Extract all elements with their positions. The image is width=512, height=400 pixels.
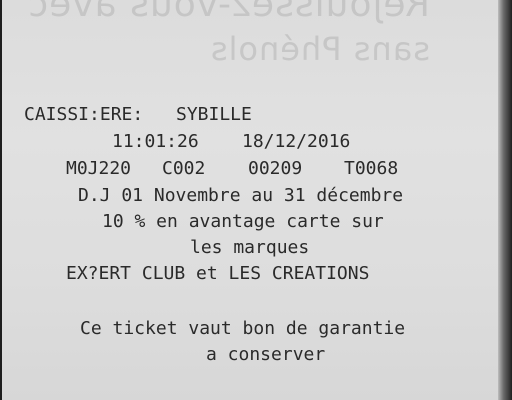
store-code: M0J220 [66, 158, 132, 179]
promo-brands: EX?ERT CLUB et LES CREATIONS [66, 263, 370, 284]
warranty-keep: a conserver [206, 344, 326, 365]
receipt-paper: Réjouissez-vous avec sans Phénols CAISSI… [2, 0, 500, 400]
register-code: C002 [162, 158, 206, 179]
receipt-shadow-edge [498, 0, 512, 400]
bleed-through-text: Réjouissez-vous avec sans Phénols [2, 0, 500, 80]
promo-dates: D.J 01 Novembre au 31 décembre [78, 185, 404, 206]
cashier-label: CAISSI:ERE: [24, 104, 144, 125]
bleed-through-line-1: Réjouissez-vous avec [27, 0, 430, 25]
transaction-date: 18/12/2016 [242, 131, 351, 152]
warranty-notice: Ce ticket vaut bon de garantie [80, 318, 406, 339]
cashier-name: SYBILLE [176, 104, 252, 125]
photo-frame: Réjouissez-vous avec sans Phénols CAISSI… [0, 0, 512, 400]
receipt-number: 00209 [248, 158, 303, 179]
transaction-time: 11:01:26 [112, 131, 199, 152]
promo-discount: 10 % en avantage carte sur [102, 211, 384, 232]
terminal-code: T0068 [344, 158, 399, 179]
bleed-through-line-2: sans Phénols [209, 30, 430, 68]
promo-brands-label: les marques [190, 237, 310, 258]
